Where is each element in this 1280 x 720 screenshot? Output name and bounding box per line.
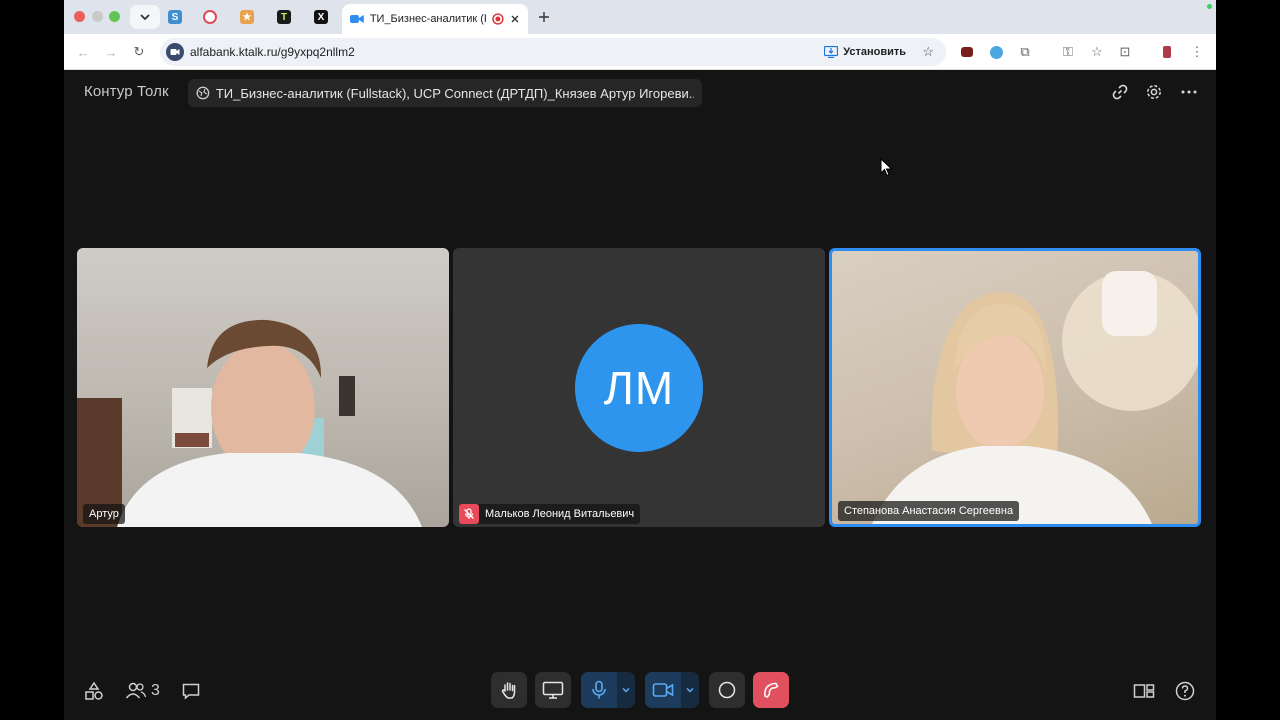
tab-title: ТИ_Бизнес-аналитик (Fu — [369, 13, 487, 25]
hand-icon — [501, 682, 516, 699]
new-tab-icon[interactable] — [538, 11, 550, 23]
profile-icon[interactable] — [1158, 43, 1176, 61]
meeting-app: Контур Толк ТИ_Бизнес-аналитик (Fullstac… — [64, 70, 1216, 720]
extensions-puzzle-icon[interactable]: ⧉ — [1016, 43, 1034, 61]
room-title-pill[interactable]: ТИ_Бизнес-аналитик (Fullstack), UCP Conn… — [188, 79, 702, 107]
microphone-button[interactable] — [581, 672, 617, 708]
chevron-down-icon — [140, 14, 150, 21]
microphone-options-button[interactable] — [617, 672, 635, 708]
participant-tile-malkov[interactable]: ЛМ Мальков Леонид Витальевич — [453, 248, 825, 527]
globe-icon — [196, 86, 210, 100]
image-icon: ★ — [240, 10, 254, 24]
screenshot-icon[interactable]: ⊡ — [1116, 43, 1134, 61]
chat-bubble-icon — [182, 683, 200, 700]
url-text: alfabank.ktalk.ru/g9yxpq2nllm2 — [190, 45, 355, 59]
layout-button[interactable] — [1133, 681, 1155, 701]
tab-5[interactable]: X — [306, 5, 336, 29]
install-label: Установить — [843, 46, 906, 58]
install-app-button[interactable]: Установить — [824, 42, 906, 62]
tab-active[interactable]: ТИ_Бизнес-аналитик (Fu — [342, 4, 528, 34]
extension-1-icon[interactable] — [958, 43, 976, 61]
hang-up-button[interactable] — [753, 672, 789, 708]
participant-name: Артур — [89, 508, 119, 520]
profile-dot — [1207, 4, 1212, 9]
chat-button[interactable] — [181, 681, 201, 701]
password-key-icon[interactable]: ⚿ — [1059, 43, 1077, 61]
layout-grid-icon — [1133, 684, 1155, 698]
install-icon — [824, 46, 839, 58]
maximize-window-button[interactable] — [109, 11, 120, 22]
address-bar[interactable]: alfabank.ktalk.ru/g9yxpq2nllm2 Установит… — [160, 38, 946, 66]
participant-label: Мальков Леонид Витальевич — [459, 504, 641, 524]
help-icon — [1175, 681, 1195, 701]
camera-options-button[interactable] — [681, 672, 699, 708]
settings-gear-icon[interactable] — [1144, 82, 1164, 102]
shapes-icon — [85, 681, 103, 700]
people-icon — [125, 682, 147, 699]
s-app-icon: S — [168, 10, 182, 24]
tab-3[interactable]: ★ — [232, 5, 262, 29]
participants-button[interactable]: 3 — [125, 681, 160, 701]
participant-label: Степанова Анастасия Сергеевна — [838, 501, 1020, 521]
participant-label: Артур — [83, 504, 125, 524]
video-camera-icon — [652, 683, 674, 697]
video-camera-icon — [350, 15, 364, 23]
record-circle-icon — [718, 681, 736, 699]
record-button[interactable] — [709, 672, 745, 708]
camera-button[interactable] — [645, 672, 681, 708]
close-tab-icon[interactable] — [510, 14, 520, 24]
microphone-icon — [592, 680, 606, 699]
minimize-window-button[interactable] — [92, 11, 103, 22]
tab-2[interactable] — [195, 5, 225, 29]
q-app-icon — [203, 10, 217, 24]
site-info-icon[interactable] — [166, 43, 184, 61]
more-options-icon[interactable] — [1179, 82, 1199, 102]
participant-count: 3 — [151, 682, 160, 699]
room-title: ТИ_Бизнес-аналитик (Fullstack), UCP Conn… — [215, 85, 694, 101]
help-button[interactable] — [1175, 681, 1195, 701]
screen-share-button[interactable] — [535, 672, 571, 708]
tab-4[interactable]: T — [269, 5, 299, 29]
recording-icon — [492, 13, 504, 25]
phone-hangup-icon — [764, 682, 779, 698]
back-icon[interactable]: ← — [74, 43, 92, 61]
participant-video-artur — [77, 319, 422, 527]
participant-name: Мальков Леонид Витальевич — [485, 508, 635, 520]
apps-button[interactable] — [84, 681, 104, 701]
x-app-icon: X — [314, 10, 328, 24]
close-window-button[interactable] — [74, 11, 85, 22]
bookmarks-icon[interactable]: ☆ — [1088, 43, 1106, 61]
chevron-down-icon — [622, 687, 630, 693]
raise-hand-button[interactable] — [491, 672, 527, 708]
reload-icon[interactable]: ↻ — [130, 43, 148, 61]
tab-bar: S ★ T X ТИ_Бизнес-аналитик (Fu — [64, 0, 1216, 34]
bookmark-star-icon[interactable]: ☆ — [922, 44, 934, 60]
avatar: ЛМ — [575, 324, 703, 452]
extension-2-icon[interactable] — [987, 43, 1005, 61]
mic-muted-icon — [459, 504, 479, 524]
t-app-icon: T — [277, 10, 291, 24]
forward-icon[interactable]: → — [102, 43, 120, 61]
participant-name: Степанова Анастасия Сергеевна — [844, 505, 1014, 517]
tab-search-button[interactable] — [130, 5, 160, 29]
browser-menu-icon[interactable]: ⋮ — [1188, 43, 1206, 61]
browser-toolbar: ← → ↻ alfabank.ktalk.ru/g9yxpq2nllm2 Уст… — [64, 34, 1216, 70]
brand-logo: Контур Толк — [84, 83, 169, 100]
chevron-down-icon — [686, 687, 694, 693]
mouse-cursor-icon — [880, 158, 893, 177]
monitor-icon — [542, 681, 564, 699]
tab-1[interactable]: S — [160, 5, 190, 29]
copy-link-icon[interactable] — [1110, 82, 1130, 102]
participant-tile-artur[interactable]: Артур — [77, 248, 449, 527]
browser-window: S ★ T X ТИ_Бизнес-аналитик (Fu ← → ↻ alf… — [64, 0, 1216, 720]
participant-video-stepanova — [872, 271, 1198, 524]
participant-tile-stepanova[interactable]: Степанова Анастасия Сергеевна — [829, 248, 1201, 527]
